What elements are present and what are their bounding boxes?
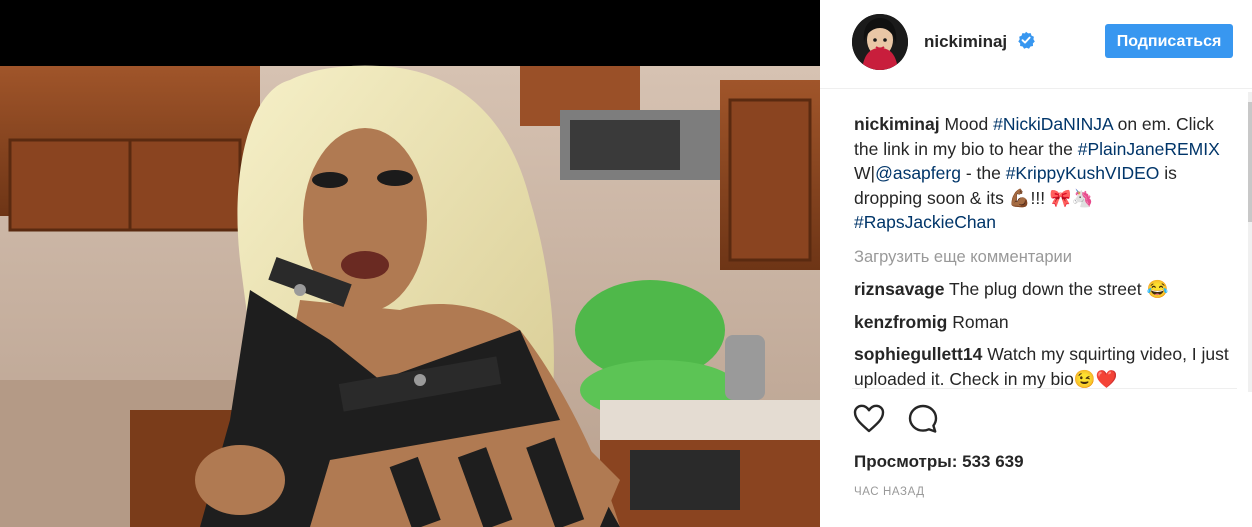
comment-item: riznsavage The plug down the street 😂 — [854, 277, 1239, 302]
caption-emojis: 💪🏾!!! 🎀🦄 — [1008, 187, 1094, 208]
comment-bubble-icon[interactable] — [906, 402, 940, 436]
hashtag-link[interactable]: #PlainJaneREMIX — [1078, 139, 1220, 159]
hashtag-link[interactable]: #RapsJackieChan — [854, 212, 996, 232]
follow-button[interactable]: Подписаться — [1105, 24, 1233, 58]
video-frame — [0, 0, 820, 527]
comment-item: kenzfromig Roman — [854, 310, 1239, 335]
mention-link[interactable]: @asapferg — [875, 163, 961, 183]
views-count: Просмотры: 533 639 — [854, 452, 1024, 471]
comments-scrollbar[interactable] — [1248, 92, 1252, 392]
comment-username[interactable]: riznsavage — [854, 279, 944, 299]
avatar-illustration — [852, 14, 908, 70]
instagram-post: nickiminaj Подписаться nickiminaj Mood #… — [0, 0, 1252, 527]
comment-text: Roman — [952, 311, 1009, 332]
comment-item: sophiegullett14 Watch my squirting video… — [854, 342, 1239, 388]
actions-divider — [852, 388, 1237, 389]
caption-text: - the — [960, 163, 1006, 183]
caption-text: W| — [854, 163, 876, 183]
caption-text: Mood — [944, 114, 994, 134]
comments-list: nickiminaj Mood #NickiDaNINJA on em. Cli… — [854, 112, 1239, 388]
comment-text: The plug down the street 😂 — [949, 279, 1169, 299]
heart-icon[interactable] — [852, 402, 886, 436]
post-caption: nickiminaj Mood #NickiDaNINJA on em. Cli… — [854, 112, 1239, 235]
post-side-panel: nickiminaj Подписаться nickiminaj Mood #… — [820, 0, 1252, 527]
comment-username[interactable]: sophiegullett14 — [854, 344, 982, 364]
avatar[interactable] — [852, 14, 908, 70]
comment-username[interactable]: kenzfromig — [854, 312, 947, 332]
caption-username[interactable]: nickiminaj — [854, 114, 940, 134]
username[interactable]: nickiminaj — [924, 32, 1007, 52]
hashtag-link[interactable]: #NickiDaNINJA — [993, 114, 1113, 134]
post-header: nickiminaj Подписаться — [820, 0, 1252, 89]
hashtag-link[interactable]: #KrippyKushVIDEO — [1006, 163, 1160, 183]
load-more-comments-link[interactable]: Загрузить еще комментарии — [854, 245, 1239, 270]
verified-badge-icon — [1017, 31, 1035, 49]
post-video[interactable] — [0, 0, 820, 527]
post-timestamp[interactable]: час назад — [854, 486, 925, 498]
